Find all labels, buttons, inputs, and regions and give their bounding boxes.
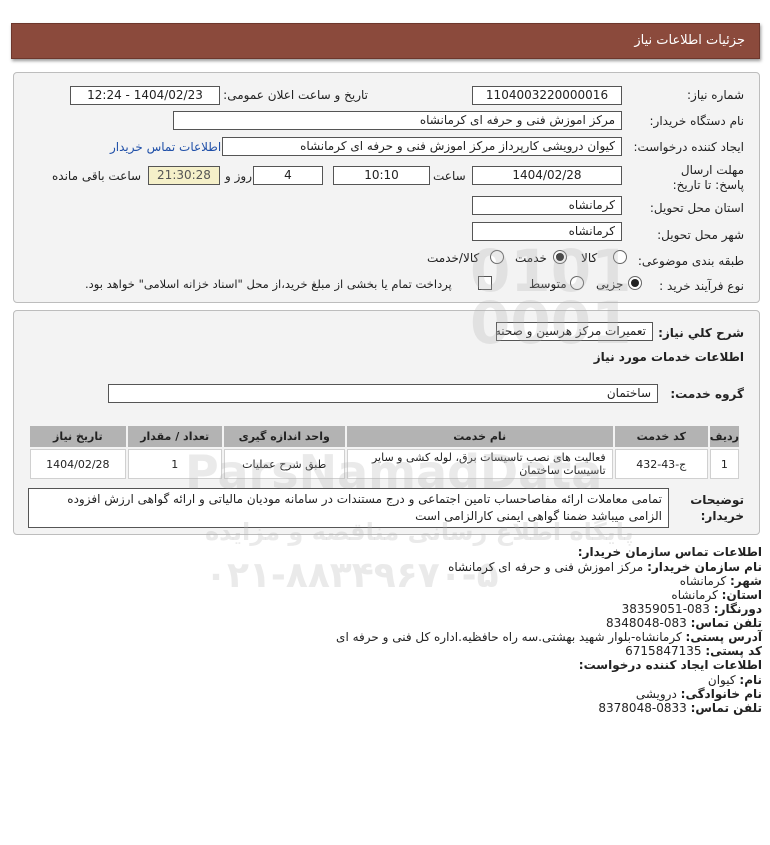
contact-line: شهر: کرمانشاه [679, 574, 762, 588]
table-row: 1 ج-43-432 فعالیت های نصب تاسیسات برق، ل… [30, 449, 739, 479]
city-label: شهر محل تحویل: [657, 228, 744, 242]
service-code-cell: ج-43-432 [614, 449, 708, 479]
service-group-label: گروه خدمت: [670, 387, 744, 401]
creator-label: ایجاد کننده درخواست: [633, 140, 744, 154]
buyer-contact-link[interactable]: اطلاعات تماس خریدار [110, 140, 221, 154]
treasury-payment-checkbox[interactable] [478, 276, 492, 290]
city-field: کرمانشاه [472, 222, 622, 241]
announce-field: 1404/02/23 - 12:24 [70, 86, 220, 105]
deadline-label: مهلت ارسال پاسخ: تا تاریخ: [672, 163, 744, 192]
col-date-header: تاریخ نیاز [30, 426, 126, 447]
col-name-header: نام خدمت [346, 426, 613, 447]
process-option-medium: متوسط [529, 277, 567, 291]
category-option-service: خدمت [515, 251, 547, 265]
col-code-header: کد خدمت [614, 426, 708, 447]
buyer-notes-field: تمامی معاملات ارائه مفاصاحساب تامین اجتم… [28, 488, 669, 528]
need-number-label: شماره نیاز: [687, 88, 744, 102]
contact-line: استان: کرمانشاه [671, 588, 762, 602]
deadline-time-label: ساعت [433, 169, 466, 183]
services-table-header: ردیف کد خدمت نام خدمت واحد اندازه گیری ت… [30, 426, 739, 447]
services-heading: اطلاعات خدمات مورد نياز [593, 350, 744, 364]
treasury-payment-note: پرداخت تمام یا بخشی از مبلغ خرید،از محل … [85, 277, 452, 291]
need-details-panel [13, 72, 760, 303]
category-option-goods: کالا [581, 251, 598, 265]
contact-line: تلفن تماس: 0833-8378048 [598, 701, 762, 715]
days-field: 4 [253, 166, 323, 185]
contact-line: کد پستی: 6715847135 [625, 644, 762, 658]
service-group-field: ساختمان [108, 384, 658, 403]
buyer-contact-heading: اطلاعات تماس سازمان خریدار: [577, 545, 762, 559]
need-date-cell: 1404/02/28 [30, 449, 126, 479]
unit-cell: طبق شرح عملیات [223, 449, 345, 479]
category-option-goods-service: کالا/خدمت [427, 251, 480, 265]
province-field: کرمانشاه [472, 196, 622, 215]
contact-line: نام خانوادگی: درویشی [635, 687, 762, 701]
service-name-cell: فعالیت های نصب تاسیسات برق، لوله کشی و س… [346, 449, 613, 479]
need-number-field: 1104003220000016 [472, 86, 622, 105]
summary-label: شرح کلي نياز: [658, 326, 744, 340]
process-option-minor: جزیی [596, 277, 624, 291]
process-radio-minor[interactable] [628, 276, 642, 290]
deadline-time-field: 10:10 [333, 166, 430, 185]
buyer-label: نام دستگاه خریدار: [649, 114, 745, 128]
page-title: جزئیات اطلاعات نیاز [11, 23, 760, 59]
process-label: نوع فرآیند خرید : [659, 279, 744, 293]
quantity-cell: 1 [127, 449, 222, 479]
remaining-label: ساعت باقی مانده [52, 169, 142, 183]
contact-line: نام: کیوان [707, 673, 762, 687]
services-table: ردیف کد خدمت نام خدمت واحد اندازه گیری ت… [28, 424, 741, 481]
col-unit-header: واحد اندازه گیری [223, 426, 345, 447]
buyer-notes-label: توضیحات خریدار: [690, 493, 744, 523]
col-qty-header: تعداد / مقدار [127, 426, 222, 447]
days-label: روز و [225, 169, 252, 183]
contact-line: دورنگار: 083-38359051 [621, 602, 762, 616]
category-radio-service[interactable] [553, 250, 567, 264]
summary-field: تعمیرات مرکز هرسین و صحنه [496, 322, 653, 341]
row-index-cell: 1 [709, 449, 739, 479]
col-row-header: ردیف [709, 426, 739, 447]
creator-field: کیوان درویشی کارپرداز مرکز اموزش فنی و ح… [222, 137, 622, 156]
province-label: استان محل تحویل: [649, 201, 744, 215]
process-radio-medium[interactable] [570, 276, 584, 290]
creator-contact-heading: اطلاعات ایجاد کننده درخواست: [578, 658, 762, 672]
deadline-date-field: 1404/02/28 [472, 166, 622, 185]
category-radio-goods-service[interactable] [490, 250, 504, 264]
category-radio-goods[interactable] [613, 250, 627, 264]
contact-line: تلفن تماس: 083-8348048 [606, 616, 762, 630]
remaining-time-field: 21:30:28 [148, 166, 220, 185]
announce-label: تاریخ و ساعت اعلان عمومی: [223, 88, 368, 102]
contact-line: نام سازمان خریدار: مرکز اموزش فنی و حرفه… [448, 560, 762, 574]
buyer-field: مرکز اموزش فنی و حرفه ای کرمانشاه [173, 111, 622, 130]
category-label: طبقه بندی موضوعی: [637, 254, 744, 268]
contact-line: آدرس پستی: کرمانشاه-بلوار شهید بهشتی.سه … [336, 630, 762, 644]
